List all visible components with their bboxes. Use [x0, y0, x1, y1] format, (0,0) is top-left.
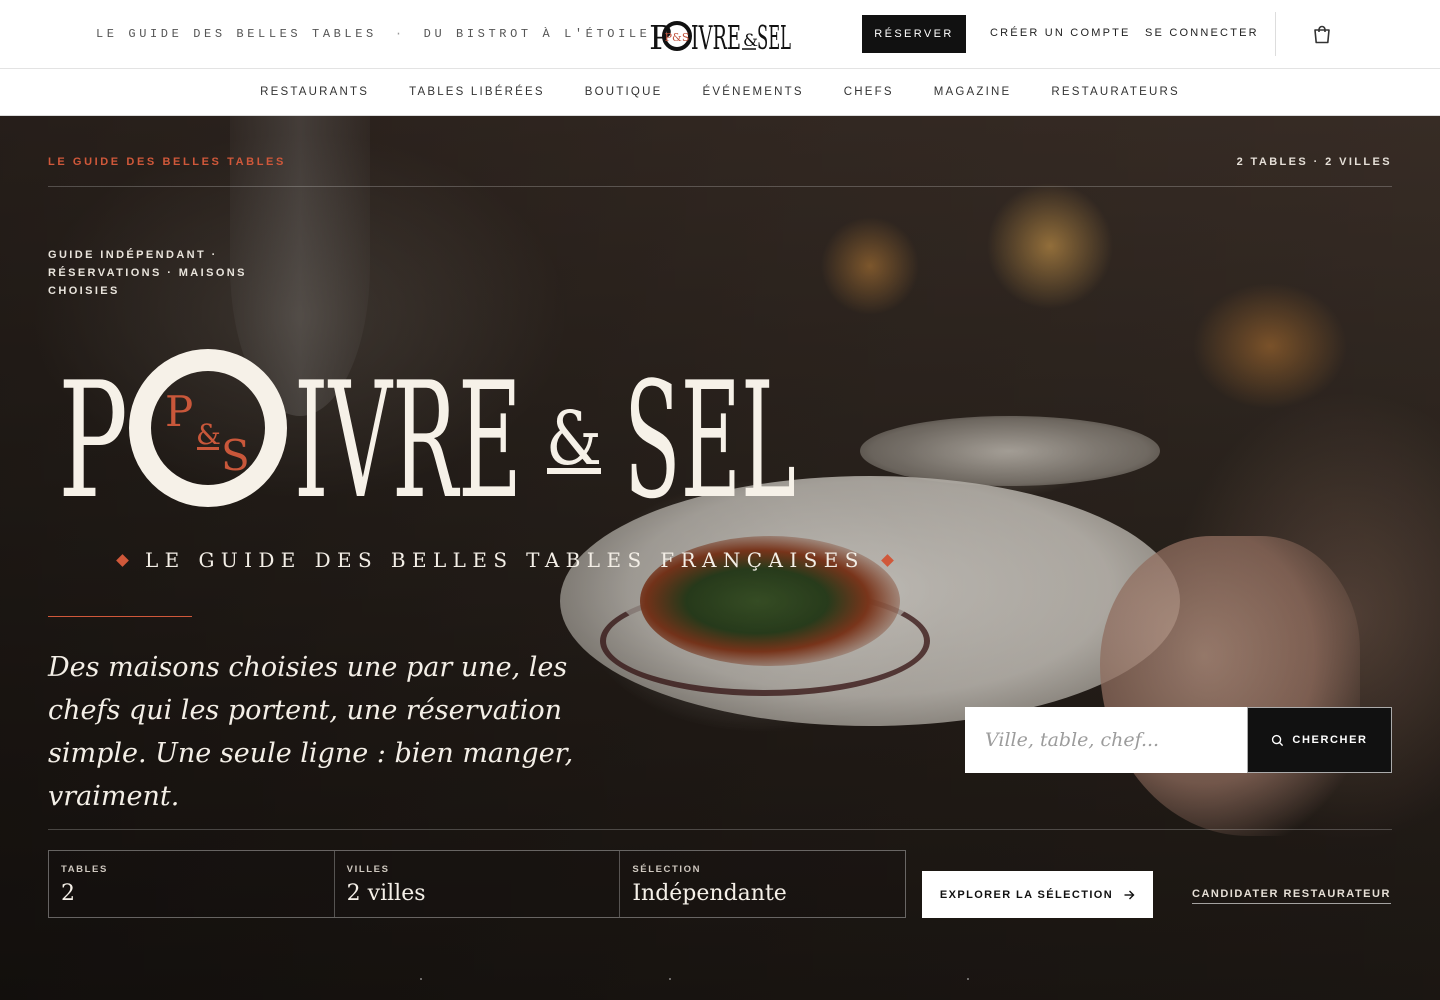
reserve-button[interactable]: RÉSERVER: [862, 15, 966, 53]
svg-text:SEL: SEL: [624, 347, 796, 516]
hero-meta: GUIDE INDÉPENDANT · RÉSERVATIONS · MAISO…: [48, 249, 247, 297]
nav-item-chefs[interactable]: CHEFS: [844, 86, 894, 98]
decorative-dot: [420, 978, 422, 980]
tagline-separator: ·: [394, 27, 406, 41]
header-tagline: LE GUIDE DES BELLES TABLES · DU BISTROT À …: [96, 27, 650, 41]
explore-button-label: EXPLORER LA SÉLECTION: [939, 888, 1114, 901]
search-form: CHERCHER: [965, 707, 1392, 773]
hero-kicker: LE GUIDE DES BELLES TABLES: [48, 156, 286, 168]
stats-panel: TABLES 2 VILLES 2 villes SÉLECTION Indép…: [48, 850, 906, 918]
svg-text:&: &: [743, 31, 758, 51]
nav-item-evenements[interactable]: ÉVÉNEMENTS: [702, 86, 803, 98]
main-nav: RESTAURANTS TABLES LIBÉRÉES BOUTIQUE ÉVÉ…: [0, 69, 1440, 116]
hero-bottom-divider: [48, 829, 1392, 830]
tagline-left: LE GUIDE DES BELLES TABLES: [96, 27, 377, 41]
brand-logo[interactable]: P P&S IVRE & SEL: [649, 16, 791, 57]
header-divider: [1275, 12, 1276, 56]
top-bar: LE GUIDE DES BELLES TABLES · DU BISTROT À …: [0, 0, 1440, 69]
accent-divider: [48, 616, 192, 617]
search-icon: [1272, 734, 1284, 746]
svg-text:P: P: [165, 387, 193, 436]
stat-tables: TABLES 2: [49, 851, 335, 917]
svg-text:SEL: SEL: [757, 18, 791, 54]
svg-text:IVRE: IVRE: [294, 347, 522, 516]
decorative-dot: [967, 978, 969, 980]
hero-logo: P IVRE & SEL P & S: [58, 346, 798, 534]
search-button-label: CHERCHER: [1292, 734, 1368, 746]
hero-subline-text: LE GUIDE DES BELLES TABLES FRANÇAISES: [145, 548, 865, 572]
nav-item-restaurateurs[interactable]: RESTAURATEURS: [1051, 86, 1180, 98]
tagline-right: DU BISTROT À L'ÉTOILE: [423, 27, 651, 41]
hero-top-divider: [48, 186, 1392, 187]
diamond-icon: [116, 553, 129, 567]
stat-label: TABLES: [61, 864, 108, 875]
stat-selection: SÉLECTION Indépendante: [620, 851, 905, 917]
svg-text:S: S: [221, 431, 250, 480]
diamond-icon: [880, 553, 894, 567]
search-input[interactable]: [965, 707, 1247, 773]
svg-text:P&S: P&S: [665, 31, 690, 44]
nav-item-tables-liberees[interactable]: TABLES LIBÉRÉES: [409, 86, 545, 98]
decorative-dot: [669, 978, 671, 980]
stat-villes: VILLES 2 villes: [335, 851, 621, 917]
arrow-right-icon: [1124, 890, 1135, 899]
stat-label: VILLES: [346, 864, 390, 875]
nav-item-boutique[interactable]: BOUTIQUE: [585, 86, 663, 98]
search-button[interactable]: CHERCHER: [1247, 707, 1392, 773]
stat-label: SÉLECTION: [632, 864, 702, 875]
explore-selection-button[interactable]: EXPLORER LA SÉLECTION: [922, 871, 1153, 918]
create-account-link[interactable]: CRÉER UN COMPTE: [990, 27, 1131, 39]
login-link[interactable]: SE CONNECTER: [1145, 27, 1259, 39]
stat-value: 2 villes: [346, 881, 426, 906]
hero-section: LE GUIDE DES BELLES TABLES 2 TABLES · 2 …: [0, 116, 1440, 1000]
stat-value: 2: [61, 881, 75, 906]
nav-item-magazine[interactable]: MAGAZINE: [934, 86, 1012, 98]
svg-text:P: P: [58, 347, 128, 516]
nav-item-restaurants[interactable]: RESTAURANTS: [260, 86, 369, 98]
shopping-bag-icon[interactable]: [1310, 22, 1334, 46]
svg-text:&: &: [196, 418, 221, 451]
hero-lede: Des maisons choisies une par une, les ch…: [48, 652, 574, 812]
candidate-restaurateur-link[interactable]: CANDIDATER RESTAURATEUR: [1192, 888, 1391, 904]
svg-text:IVRE: IVRE: [691, 18, 741, 54]
stat-value: Indépendante: [632, 881, 787, 906]
hero-count: 2 TABLES · 2 VILLES: [1236, 156, 1392, 168]
hero-subline: LE GUIDE DES BELLES TABLES FRANÇAISES: [116, 548, 894, 572]
